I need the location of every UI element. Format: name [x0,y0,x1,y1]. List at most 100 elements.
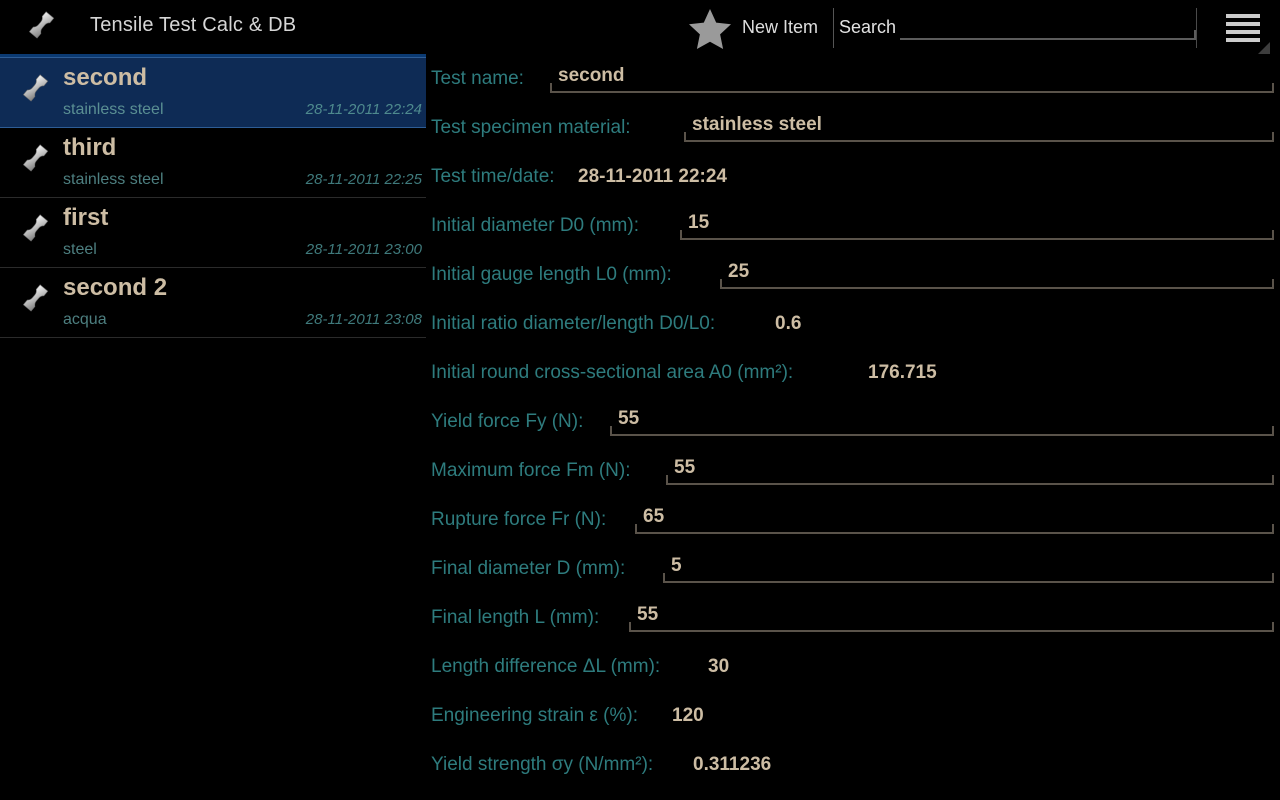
detail-input-tick-right [1272,524,1274,534]
detail-input-underline [629,630,1274,632]
list-item-material: stainless steel [63,101,164,118]
detail-row[interactable]: Final length L (mm): 55 [426,596,1280,645]
list-item-title: second [63,64,148,91]
detail-input-underline [684,140,1274,142]
list-item[interactable]: second 2 acqua 28-11-2011 23:08 [0,268,426,338]
detail-input-tick-right [1272,279,1274,289]
detail-row[interactable]: Yield force Fy (N): 55 [426,400,1280,449]
detail-row[interactable]: Initial diameter D0 (mm): 15 [426,204,1280,253]
detail-input-tick-left [635,524,637,534]
detail-row: Initial ratio diameter/length D0/L0: 0.6 [426,302,1280,351]
detail-label: Length difference ΔL (mm): [431,656,661,677]
star-icon[interactable] [686,6,734,50]
tensile-specimen-icon [12,211,54,251]
test-list-panel[interactable]: second stainless steel 28-11-2011 22:24 th… [0,57,426,800]
detail-static-value: 28-11-2011 22:24 [578,166,727,187]
detail-label: Rupture force Fr (N): [431,509,607,530]
detail-label: Test time/date: [431,166,555,187]
detail-input-tick-right [1272,230,1274,240]
list-item[interactable]: third stainless steel 28-11-2011 22:25 [0,128,426,198]
detail-input-underline [680,238,1274,240]
list-item-material: acqua [63,311,107,328]
detail-input-field[interactable]: 55 [666,449,1274,493]
detail-static-value: 176.715 [868,362,937,383]
detail-input-tick-right [1272,132,1274,142]
detail-row[interactable]: Test specimen material: stainless steel [426,106,1280,155]
detail-input-value: 15 [688,212,710,233]
test-detail-panel: Test name: second Test specimen material: s… [426,57,1280,800]
list-item[interactable]: first steel 28-11-2011 23:00 [0,198,426,268]
app-title: Tensile Test Calc & DB [90,14,297,36]
detail-input-tick-left [610,426,612,436]
detail-row[interactable]: Rupture force Fr (N): 65 [426,498,1280,547]
detail-input-value: 55 [618,408,640,429]
menu-line-3 [1226,30,1260,34]
detail-static-value: 0.311236 [693,754,772,775]
list-item-material: steel [63,241,97,258]
search-divider [833,8,834,48]
detail-label: Final diameter D (mm): [431,558,626,579]
detail-row[interactable]: Initial gauge length L0 (mm): 25 [426,253,1280,302]
hamburger-menu-icon[interactable] [1224,10,1270,54]
detail-input-tick-left [629,622,631,632]
detail-input-value: stainless steel [692,114,822,135]
detail-input-field[interactable]: 55 [610,400,1274,444]
list-item-datetime: 28-11-2011 22:25 [305,171,422,188]
detail-label: Final length L (mm): [431,607,600,628]
detail-input-field[interactable]: 55 [629,596,1274,640]
detail-input-field[interactable]: 65 [635,498,1274,542]
detail-row: Test time/date: 28-11-2011 22:24 [426,155,1280,204]
detail-label: Test specimen material: [431,117,631,138]
detail-input-tick-right [1272,622,1274,632]
list-item-title: second 2 [63,274,168,301]
detail-input-underline [610,434,1274,436]
tensile-specimen-icon [12,141,54,181]
menu-line-1 [1226,14,1260,18]
detail-label: Engineering strain ε (%): [431,705,639,726]
detail-input-value: 65 [643,506,665,527]
detail-row[interactable]: Maximum force Fm (N): 55 [426,449,1280,498]
detail-label: Initial ratio diameter/length D0/L0: [431,313,716,334]
detail-input-tick-left [550,83,552,93]
menu-line-4 [1226,38,1260,42]
list-item[interactable]: second stainless steel 28-11-2011 22:24 [0,57,426,128]
detail-input-underline [550,91,1274,93]
detail-input-underline [666,483,1274,485]
list-item-datetime: 28-11-2011 23:08 [305,311,422,328]
detail-input-value: second [558,65,625,86]
detail-input-field[interactable]: 25 [720,253,1274,297]
detail-row: Length difference ΔL (mm): 30 [426,645,1280,694]
list-item-title: third [63,134,117,161]
detail-label: Test name: [431,68,524,89]
detail-input-field[interactable]: 15 [680,204,1274,248]
tensile-specimen-icon [12,71,54,111]
menu-line-2 [1226,22,1260,26]
detail-row[interactable]: Test name: second [426,57,1280,106]
detail-static-value: 120 [672,705,704,726]
detail-input-tick-left [720,279,722,289]
detail-row[interactable]: Final diameter D (mm): 5 [426,547,1280,596]
search-label: Search [839,17,897,37]
detail-input-tick-left [680,230,682,240]
menu-divider [1196,8,1197,48]
detail-input-field[interactable]: second [550,57,1274,101]
detail-input-value: 5 [671,555,682,576]
new-item-button[interactable]: New Item [742,17,818,38]
detail-label: Yield force Fy (N): [431,411,584,432]
list-item-datetime: 28-11-2011 22:24 [305,101,422,118]
search-input[interactable] [900,8,1196,36]
list-item-material: stainless steel [63,171,164,188]
detail-input-value: 55 [637,604,659,625]
detail-input-field[interactable]: stainless steel [684,106,1274,150]
detail-row: Initial round cross-sectional area A0 (m… [426,351,1280,400]
detail-input-value: 55 [674,457,696,478]
detail-input-field[interactable]: 5 [663,547,1274,591]
search-field[interactable] [900,8,1196,40]
detail-static-value: 30 [708,656,730,677]
search-input-underline [900,38,1196,40]
detail-label: Initial gauge length L0 (mm): [431,264,672,285]
detail-row: Engineering strain ε (%): 120 [426,694,1280,743]
tensile-specimen-icon [12,281,54,321]
detail-label: Yield strength σy (N/mm²): [431,754,654,775]
detail-input-tick-left [684,132,686,142]
